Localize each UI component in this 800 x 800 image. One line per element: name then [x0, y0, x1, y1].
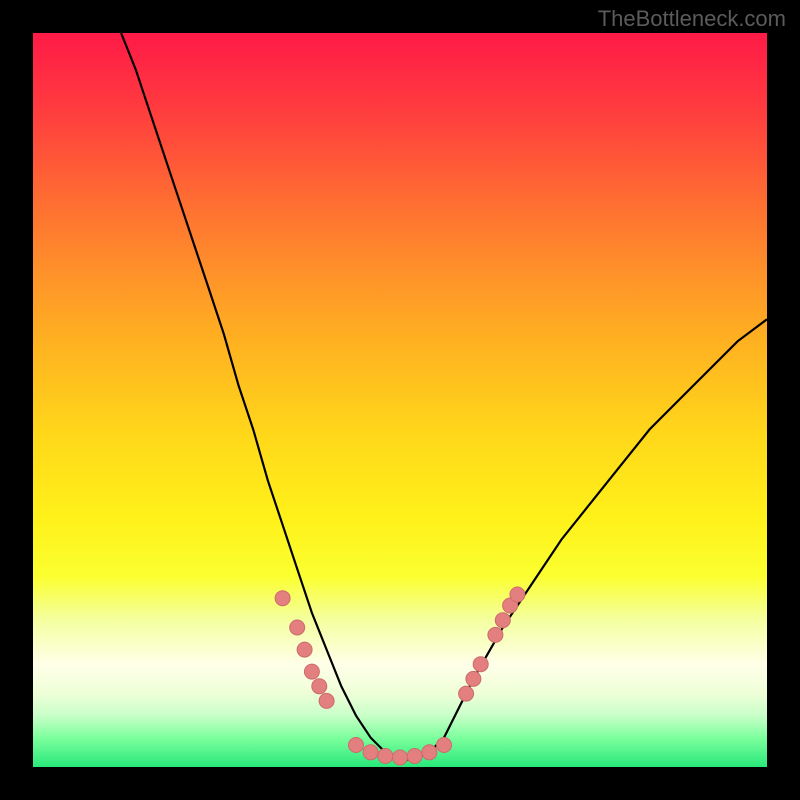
curve-marker — [488, 627, 503, 642]
curve-marker — [319, 693, 334, 708]
plot-area — [33, 33, 767, 767]
chart-frame: TheBottleneck.com — [0, 0, 800, 800]
curve-marker — [378, 749, 393, 764]
curve-marker — [290, 620, 305, 635]
curve-marker — [466, 671, 481, 686]
curve-marker — [422, 745, 437, 760]
curve-marker — [312, 679, 327, 694]
curve-marker — [393, 750, 408, 765]
watermark-text: TheBottleneck.com — [598, 6, 786, 32]
curve-marker — [304, 664, 319, 679]
curve-marker — [437, 738, 452, 753]
curve-marker — [297, 642, 312, 657]
curve-marker — [363, 745, 378, 760]
curve-marker — [510, 587, 525, 602]
curve-marker — [407, 749, 422, 764]
curve-marker — [495, 613, 510, 628]
curve-svg — [33, 33, 767, 767]
bottleneck-curve — [121, 33, 767, 760]
curve-marker — [349, 738, 364, 753]
curve-marker — [459, 686, 474, 701]
curve-marker — [275, 591, 290, 606]
curve-marker — [473, 657, 488, 672]
